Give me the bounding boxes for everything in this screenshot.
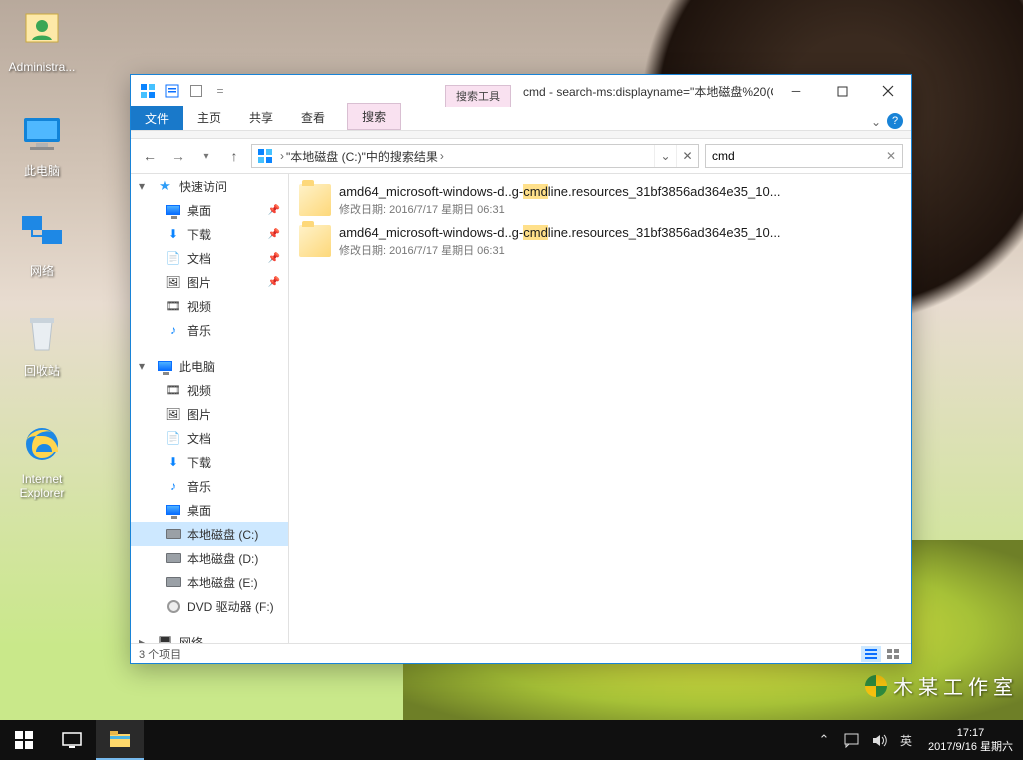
nav-qa-videos[interactable]: 🎞视频: [131, 294, 288, 318]
results-pane[interactable]: amd64_microsoft-windows-d..g-cmdline.res…: [289, 174, 911, 643]
result-meta: 修改日期: 2016/7/17 星期日 06:31: [339, 201, 901, 217]
qat-new-folder[interactable]: [185, 80, 207, 102]
close-button[interactable]: [865, 75, 911, 107]
explorer-window: = 搜索工具 cmd - search-ms:displayname="本地磁盘…: [130, 74, 912, 664]
nav-network[interactable]: ▸🖥网络: [131, 630, 288, 643]
desktop-icon-network[interactable]: 网络: [4, 210, 80, 279]
pin-icon: 📌: [268, 253, 280, 264]
nav-pc-pictures[interactable]: 🖼图片: [131, 402, 288, 426]
result-filename: amd64_microsoft-windows-d..g-cmdline.res…: [339, 225, 901, 240]
search-box[interactable]: ✕: [705, 144, 903, 168]
tray-volume-icon[interactable]: [866, 720, 894, 760]
result-item[interactable]: amd64_microsoft-windows-d..g-cmdline.res…: [293, 221, 907, 262]
pin-icon: 📌: [268, 277, 280, 288]
qat-properties[interactable]: [161, 80, 183, 102]
status-item-count: 3 个项目: [139, 646, 181, 662]
nav-pc-drive-c[interactable]: 本地磁盘 (C:): [131, 522, 288, 546]
nav-history-dropdown[interactable]: ▾: [195, 145, 217, 167]
nav-qa-pictures[interactable]: 🖼图片📌: [131, 270, 288, 294]
nav-this-pc[interactable]: ▾此电脑: [131, 354, 288, 378]
ribbon-search-tab[interactable]: 搜索: [347, 103, 401, 130]
window-icon: [137, 80, 159, 102]
nav-pc-drive-d[interactable]: 本地磁盘 (D:): [131, 546, 288, 570]
search-input[interactable]: [710, 148, 884, 164]
nav-up-button[interactable]: ↑: [223, 145, 245, 167]
ribbon-home-tab[interactable]: 主页: [183, 105, 235, 130]
nav-pc-music[interactable]: ♪音乐: [131, 474, 288, 498]
nav-pc-dvd[interactable]: DVD 驱动器 (F:): [131, 594, 288, 618]
search-clear-icon[interactable]: ✕: [884, 149, 898, 163]
nav-qa-music[interactable]: ♪音乐: [131, 318, 288, 342]
navigation-pane[interactable]: ▾★快速访问 桌面📌 ⬇下载📌 📄文档📌 🖼图片📌 🎞视频 ♪音乐 ▾此电脑 🎞…: [131, 174, 289, 643]
ribbon-context-tab: 搜索工具: [445, 85, 511, 107]
ribbon-view-tab[interactable]: 查看: [287, 105, 339, 130]
watermark: 木 某 工 作 室: [865, 671, 1013, 700]
location-icon: [254, 145, 276, 167]
taskbar: ⌃ 英 17:17 2017/9/16 星期六: [0, 720, 1023, 760]
folder-icon: [299, 225, 331, 257]
tray-overflow-icon[interactable]: ⌃: [810, 720, 838, 760]
folder-icon: [299, 184, 331, 216]
pin-icon: 📌: [268, 229, 280, 240]
minimize-button[interactable]: ─: [773, 75, 819, 107]
breadcrumb-text[interactable]: "本地磁盘 (C:)"中的搜索结果: [286, 148, 438, 165]
maximize-button[interactable]: [819, 75, 865, 107]
view-icons-button[interactable]: [883, 646, 903, 662]
tray-action-center-icon[interactable]: [838, 720, 866, 760]
result-filename: amd64_microsoft-windows-d..g-cmdline.res…: [339, 184, 901, 199]
start-button[interactable]: [0, 720, 48, 760]
tray-clock[interactable]: 17:17 2017/9/16 星期六: [918, 726, 1023, 755]
nav-quick-access[interactable]: ▾★快速访问: [131, 174, 288, 198]
nav-qa-documents[interactable]: 📄文档📌: [131, 246, 288, 270]
nav-pc-downloads[interactable]: ⬇下载: [131, 450, 288, 474]
ribbon-expand-icon[interactable]: ⌄: [871, 115, 881, 129]
ribbon-file-tab[interactable]: 文件: [131, 106, 183, 130]
result-meta: 修改日期: 2016/7/17 星期日 06:31: [339, 242, 901, 258]
help-icon[interactable]: ?: [887, 113, 903, 129]
stop-icon[interactable]: ✕: [676, 145, 698, 167]
window-title: cmd - search-ms:displayname="本地磁盘%20(C%3…: [511, 75, 773, 107]
nav-qa-desktop[interactable]: 桌面📌: [131, 198, 288, 222]
nav-qa-downloads[interactable]: ⬇下载📌: [131, 222, 288, 246]
task-view-button[interactable]: [48, 720, 96, 760]
view-details-button[interactable]: [861, 646, 881, 662]
nav-pc-drive-e[interactable]: 本地磁盘 (E:): [131, 570, 288, 594]
taskbar-explorer[interactable]: [96, 720, 144, 760]
desktop-icon-ie[interactable]: Internet Explorer: [4, 420, 80, 501]
address-bar[interactable]: › "本地磁盘 (C:)"中的搜索结果 › ⌄ ✕: [251, 144, 699, 168]
nav-back-button[interactable]: ←: [139, 145, 161, 167]
desktop-icon-administrator[interactable]: Administra...: [4, 8, 80, 74]
ribbon-share-tab[interactable]: 共享: [235, 105, 287, 130]
chevron-right-icon[interactable]: ›: [438, 149, 446, 163]
result-item[interactable]: amd64_microsoft-windows-d..g-cmdline.res…: [293, 180, 907, 221]
nav-forward-button[interactable]: →: [167, 145, 189, 167]
nav-pc-videos[interactable]: 🎞视频: [131, 378, 288, 402]
desktop-icon-this-pc[interactable]: 此电脑: [4, 110, 80, 179]
pin-icon: 📌: [268, 205, 280, 216]
nav-pc-documents[interactable]: 📄文档: [131, 426, 288, 450]
address-dropdown[interactable]: ⌄: [654, 145, 676, 167]
qat-dropdown[interactable]: =: [209, 80, 231, 102]
tray-ime[interactable]: 英: [894, 720, 918, 760]
desktop-icon-recycle-bin[interactable]: 回收站: [4, 310, 80, 379]
nav-pc-desktop[interactable]: 桌面: [131, 498, 288, 522]
chevron-right-icon[interactable]: ›: [278, 149, 286, 163]
